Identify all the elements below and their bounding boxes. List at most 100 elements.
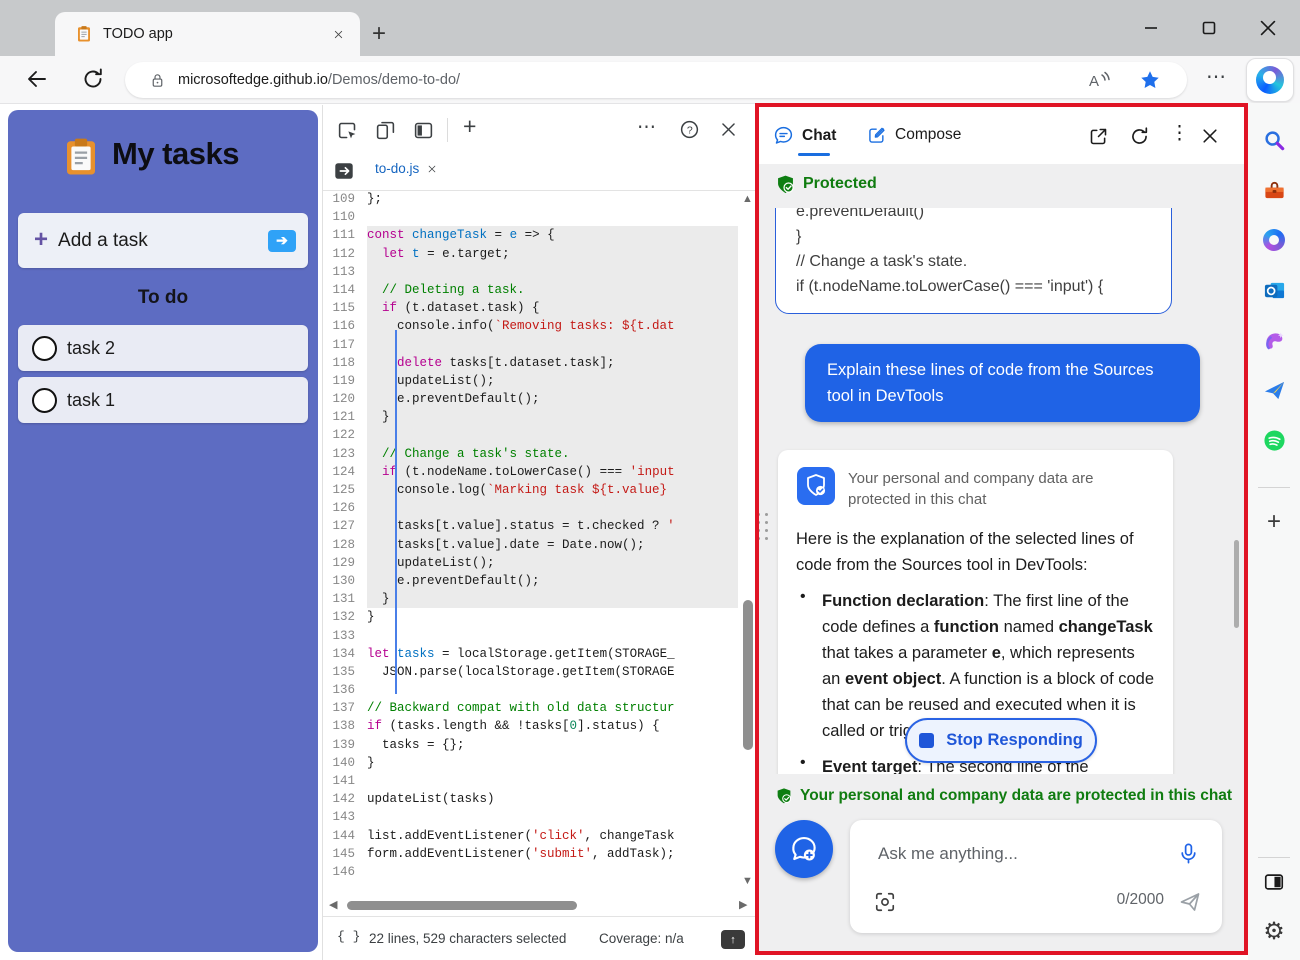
drop-icon[interactable] — [1262, 378, 1286, 402]
pretty-print-icon[interactable]: { } — [337, 929, 360, 944]
copilot-sidebar: Chat Compose ⋮ Protect — [755, 103, 1248, 955]
browser-tab[interactable]: TODO app — [55, 12, 360, 56]
task-row[interactable]: task 1 — [18, 377, 308, 423]
file-tab-close-icon[interactable] — [427, 164, 437, 174]
designer-icon[interactable] — [1262, 328, 1286, 352]
coverage-status: Coverage: n/a — [599, 931, 684, 946]
code-editor[interactable]: 109};110111const changeTask = e => {112 … — [323, 190, 756, 896]
settings-gear-icon[interactable]: ⚙ — [1262, 919, 1286, 943]
code-line: 122 — [323, 426, 756, 444]
code-line: 117 — [323, 336, 756, 354]
new-tab-button[interactable]: + — [372, 20, 386, 48]
copilot-scrollbar[interactable] — [1234, 540, 1239, 628]
add-task-input[interactable]: + Add a task ➔ — [18, 213, 308, 268]
toolbox-icon[interactable] — [1262, 178, 1286, 202]
chat-scroll-area[interactable]: e.preventDefault()}// Change a task's st… — [755, 208, 1248, 774]
address-bar[interactable]: microsoftedge.github.io/Demos/demo-to-do… — [125, 62, 1187, 98]
copilot-refresh-icon[interactable] — [1129, 126, 1150, 147]
code-line: 116 console.info(`Removing tasks: ${t.da… — [323, 317, 756, 335]
tab-chat[interactable]: Chat — [773, 125, 836, 146]
spotify-icon[interactable] — [1262, 428, 1286, 452]
quoted-code-card: e.preventDefault()}// Change a task's st… — [775, 208, 1172, 314]
file-tab-to-do-js[interactable]: to-do.js — [375, 161, 437, 176]
code-line: 124 if (t.nodeName.toLowerCase() === 'in… — [323, 463, 756, 481]
new-chat-button[interactable] — [775, 820, 833, 878]
search-icon[interactable] — [1262, 128, 1286, 152]
toolbar-more-options-icon[interactable]: ⋯ — [1206, 64, 1227, 89]
code-line: 143 — [323, 808, 756, 826]
help-icon[interactable]: ? — [679, 119, 700, 140]
my-tasks-clipboard-icon — [60, 136, 102, 178]
window-maximize-button[interactable] — [1198, 17, 1220, 39]
show-navigator-icon[interactable] — [333, 160, 355, 182]
add-task-submit-button[interactable]: ➔ — [268, 230, 296, 252]
tab-compose[interactable]: Compose — [867, 125, 961, 145]
window-minimize-button[interactable] — [1140, 17, 1162, 39]
window-close-button[interactable] — [1257, 17, 1279, 39]
edge-browser-window: TODO app + microsoftedge.githu — [0, 0, 1300, 960]
code-line: 118 delete tasks[t.dataset.task]; — [323, 354, 756, 372]
tab-close-icon[interactable] — [333, 29, 344, 40]
copilot-close-icon[interactable] — [1200, 126, 1220, 146]
refresh-icon[interactable] — [81, 67, 105, 91]
devtools-status-bar: { } 22 lines, 529 characters selected Co… — [323, 916, 756, 960]
microsoft-365-icon[interactable] — [1262, 228, 1286, 252]
send-icon[interactable] — [1178, 890, 1202, 914]
open-in-new-window-icon[interactable] — [1088, 126, 1109, 147]
code-line: 142updateList(tasks) — [323, 790, 756, 808]
code-line: 121 } — [323, 408, 756, 426]
add-task-label: Add a task — [58, 230, 268, 252]
code-line: 135 JSON.parse(localStorage.getItem(STOR… — [323, 663, 756, 681]
code-line: 128 tasks[t.value].date = Date.now(); — [323, 536, 756, 554]
task-label: task 2 — [67, 338, 115, 359]
vertical-scrollbar[interactable] — [743, 600, 753, 750]
code-line: 129 updateList(); — [323, 554, 756, 572]
screenshot-capture-icon[interactable] — [874, 891, 896, 913]
svg-text:A: A — [1089, 73, 1099, 90]
code-line: 125 console.log(`Marking task ${t.value} — [323, 481, 756, 499]
copilot-button[interactable] — [1246, 58, 1294, 102]
todo-app-panel: My tasks + Add a task ➔ To do task 2 tas… — [8, 110, 318, 952]
back-icon[interactable] — [25, 67, 49, 91]
devtools-toolbar: + ⋯ ? — [323, 108, 756, 153]
task-checkbox[interactable] — [32, 336, 57, 361]
inspect-icon[interactable] — [337, 120, 358, 141]
edge-sidebar-rail: + ⚙ — [1248, 103, 1300, 960]
sidebar-resize-handle[interactable] — [757, 513, 768, 540]
screen-split-icon[interactable] — [1262, 870, 1286, 894]
title-bar: TODO app + — [0, 0, 1300, 56]
svg-text:?: ? — [687, 124, 693, 136]
task-row[interactable]: task 2 — [18, 325, 308, 371]
scroll-left-arrow[interactable]: ◀ — [329, 898, 337, 911]
stop-responding-button[interactable]: Stop Responding — [905, 718, 1097, 763]
active-tab-underline — [798, 153, 830, 156]
scroll-right-arrow[interactable]: ▶ — [739, 898, 747, 911]
code-line: 114 // Deleting a task. — [323, 281, 756, 299]
code-line: 133 — [323, 627, 756, 645]
scroll-down-arrow[interactable]: ▼ — [742, 875, 753, 887]
task-checkbox[interactable] — [32, 388, 57, 413]
rail-divider — [1258, 487, 1290, 488]
horizontal-scrollbar[interactable] — [347, 901, 577, 910]
chat-input-box[interactable]: Ask me anything... 0/2000 — [850, 820, 1222, 933]
rail-divider — [1258, 857, 1290, 858]
scroll-up-arrow[interactable]: ▲ — [742, 193, 753, 205]
devtools-more-tools-button[interactable]: + — [463, 113, 476, 140]
code-line: 132} — [323, 608, 756, 626]
outlook-icon[interactable] — [1262, 278, 1286, 302]
devtools-close-icon[interactable] — [719, 120, 738, 139]
devtools-panel: + ⋯ ? to-do.js — [322, 105, 756, 960]
code-line: 140} — [323, 754, 756, 772]
read-aloud-icon[interactable]: A — [1087, 69, 1113, 91]
open-file-icon[interactable]: ↑ — [721, 930, 745, 949]
device-emulation-icon[interactable] — [375, 120, 396, 141]
code-line: 144list.addEventListener('click', change… — [323, 827, 756, 845]
favorite-star-icon[interactable] — [1139, 69, 1161, 91]
copilot-more-options-icon[interactable]: ⋮ — [1170, 122, 1189, 145]
code-line: 137// Backward compat with old data stru… — [323, 699, 756, 717]
dock-panel-icon[interactable] — [413, 120, 434, 141]
copilot-logo-icon — [1256, 66, 1284, 94]
customize-sidebar-add-button[interactable]: + — [1262, 510, 1286, 534]
microphone-icon[interactable] — [1177, 842, 1200, 865]
devtools-more-options-icon[interactable]: ⋯ — [637, 116, 657, 139]
